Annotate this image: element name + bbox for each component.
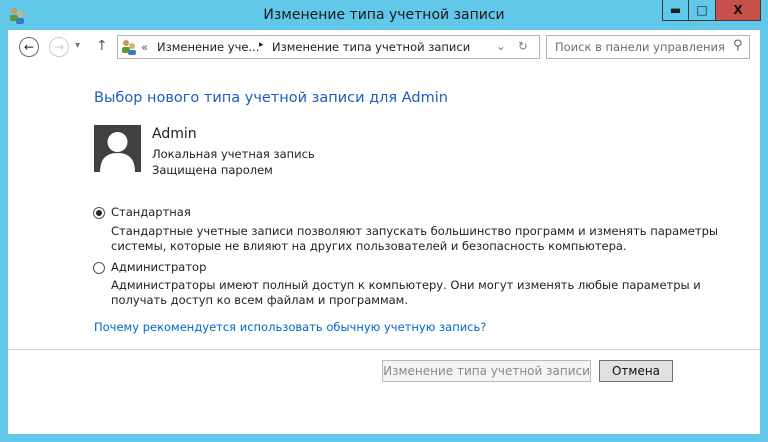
avatar xyxy=(94,125,141,172)
users-icon xyxy=(122,40,136,55)
address-bar[interactable]: « Изменение уче... ▸ Изменение типа учет… xyxy=(117,35,540,59)
administrator-label[interactable]: Администратор xyxy=(111,260,206,274)
search-icon[interactable]: ⚲ xyxy=(733,38,743,53)
back-button[interactable]: ← xyxy=(19,37,39,57)
breadcrumb-item[interactable]: Изменение уче... xyxy=(157,40,259,54)
administrator-description: получать доступ ко всем файлам и програм… xyxy=(111,293,409,307)
maximize-button[interactable]: □ xyxy=(689,0,716,21)
up-button[interactable]: ↑ xyxy=(96,38,108,54)
change-account-type-button[interactable]: Изменение типа учетной записи xyxy=(382,360,591,382)
minimize-button[interactable]: ▬ xyxy=(662,0,689,21)
window-title: Изменение типа учетной записи xyxy=(263,7,505,23)
breadcrumb-overflow[interactable]: « xyxy=(141,40,148,54)
account-type: Локальная учетная запись xyxy=(152,147,315,161)
cancel-button[interactable]: Отмена xyxy=(599,360,673,382)
help-link[interactable]: Почему рекомендуется использовать обычну… xyxy=(94,320,486,334)
standard-description: системы, которые не влияют на других пол… xyxy=(111,239,627,253)
refresh-icon[interactable]: ↻ xyxy=(518,39,528,53)
administrator-radio[interactable] xyxy=(93,262,105,274)
search-input[interactable]: Поиск в панели управления ⚲ xyxy=(546,35,750,59)
breadcrumb-separator[interactable]: ▸ xyxy=(259,40,264,50)
close-button[interactable]: X xyxy=(716,0,761,21)
recent-pages-button[interactable]: ▾ xyxy=(75,40,80,51)
breadcrumb-item[interactable]: Изменение типа учетной записи xyxy=(272,40,470,54)
search-placeholder: Поиск в панели управления xyxy=(555,40,725,54)
page-title: Выбор нового типа учетной записи для Adm… xyxy=(94,90,448,106)
user-name: Admin xyxy=(152,126,197,142)
forward-button[interactable]: → xyxy=(49,37,69,57)
divider xyxy=(8,349,760,350)
administrator-description: Администраторы имеют полный доступ к ком… xyxy=(111,278,701,292)
standard-label[interactable]: Стандартная xyxy=(111,205,191,219)
standard-radio[interactable] xyxy=(93,207,105,219)
chevron-down-icon[interactable]: ⌄ xyxy=(496,39,506,53)
password-status: Защищена паролем xyxy=(152,163,273,177)
standard-description: Стандартные учетные записи позволяют зап… xyxy=(111,224,718,238)
